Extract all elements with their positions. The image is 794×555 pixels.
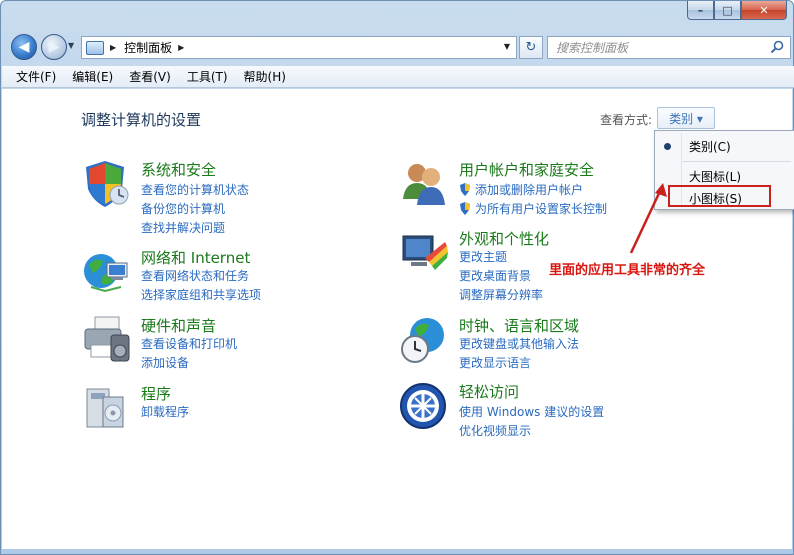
- category-title[interactable]: 用户帐户和家庭安全: [459, 159, 594, 180]
- breadcrumb-control-panel[interactable]: 控制面板: [124, 39, 172, 56]
- link-desktop-background[interactable]: 更改桌面背景: [459, 267, 531, 284]
- users-icon: [403, 164, 445, 205]
- category-title[interactable]: 外观和个性化: [459, 228, 549, 249]
- link-network-status[interactable]: 查看网络状态和任务: [141, 267, 249, 284]
- control-panel-icon: [86, 40, 104, 55]
- link-add-device[interactable]: 添加设备: [141, 354, 189, 371]
- search-input[interactable]: 搜索控制面板: [556, 39, 628, 56]
- annotation-arrow-icon: [629, 183, 667, 254]
- menu-view[interactable]: 查看(V): [121, 68, 179, 85]
- category-hardware-sound: 硬件和声音 查看设备和打印机 添加设备: [81, 315, 381, 370]
- category-clock-language: 时钟、语言和区域 更改键盘或其他输入法 更改显示语言: [399, 315, 699, 370]
- ease-of-access-icon: [400, 383, 446, 429]
- category-title[interactable]: 轻松访问: [459, 381, 519, 402]
- category-title[interactable]: 系统和安全: [141, 159, 216, 180]
- link-parental-controls[interactable]: 为所有用户设置家长控制: [459, 200, 607, 217]
- category-title[interactable]: 硬件和声音: [141, 315, 216, 336]
- link-add-remove-users[interactable]: 添加或删除用户帐户: [459, 181, 583, 198]
- control-panel-window: – □ ✕ ◀ ▶ ▼ ▶ 控制面板 ▶ ▼ ↻ 搜索控制面板 文件(F) 编辑…: [0, 0, 794, 555]
- menu-edit[interactable]: 编辑(E): [64, 68, 121, 85]
- printer-icon: [84, 316, 130, 362]
- uac-shield-icon: [460, 202, 470, 215]
- menu-bar: 文件(F) 编辑(E) 查看(V) 工具(T) 帮助(H): [2, 66, 794, 88]
- refresh-button[interactable]: ↻: [519, 36, 543, 59]
- category-network-internet: 网络和 Internet 查看网络状态和任务 选择家庭组和共享选项: [81, 247, 381, 302]
- link-display-language[interactable]: 更改显示语言: [459, 354, 531, 371]
- view-by-label: 查看方式:: [600, 113, 653, 127]
- maximize-button[interactable]: □: [714, 1, 741, 20]
- window-caption-buttons: – □ ✕: [687, 1, 787, 21]
- link-windows-recommended-settings[interactable]: 使用 Windows 建议的设置: [459, 403, 604, 420]
- link-backup[interactable]: 备份您的计算机: [141, 200, 225, 217]
- category-title[interactable]: 时钟、语言和区域: [459, 315, 579, 336]
- category-ease-of-access: 轻松访问 使用 Windows 建议的设置 优化视频显示: [399, 381, 699, 439]
- search-box[interactable]: 搜索控制面板: [547, 36, 791, 59]
- breadcrumb-chevron-icon[interactable]: ▶: [178, 43, 184, 52]
- forward-arrow-icon: ▶: [48, 39, 60, 55]
- link-change-theme[interactable]: 更改主题: [459, 248, 507, 265]
- search-icon[interactable]: [770, 40, 784, 54]
- uac-shield-icon: [460, 183, 470, 196]
- network-globe-icon: [84, 254, 128, 293]
- clock-globe-icon: [401, 318, 444, 363]
- address-dropdown-icon[interactable]: ▼: [504, 42, 510, 51]
- link-keyboard-input[interactable]: 更改键盘或其他输入法: [459, 335, 579, 352]
- navigation-bar: ◀ ▶ ▼ ▶ 控制面板 ▶ ▼ ↻ 搜索控制面板: [9, 32, 791, 62]
- link-optimize-display[interactable]: 优化视频显示: [459, 422, 531, 439]
- category-title[interactable]: 程序: [141, 383, 171, 404]
- link-troubleshoot[interactable]: 查找并解决问题: [141, 219, 225, 236]
- back-button[interactable]: ◀: [11, 34, 37, 60]
- menu-item-category[interactable]: 类别(C): [689, 138, 731, 155]
- menu-item-large-icons[interactable]: 大图标(L): [689, 168, 741, 185]
- back-arrow-icon: ◀: [18, 39, 30, 55]
- close-button[interactable]: ✕: [741, 1, 787, 20]
- menu-tools[interactable]: 工具(T): [179, 68, 236, 85]
- link-screen-resolution[interactable]: 调整屏幕分辨率: [459, 286, 543, 303]
- category-programs: 程序 卸载程序: [81, 383, 381, 433]
- link-homegroup[interactable]: 选择家庭组和共享选项: [141, 286, 261, 303]
- view-by-dropdown[interactable]: 类别 ▾: [657, 107, 715, 129]
- page-title: 调整计算机的设置: [81, 111, 202, 129]
- appearance-monitor-icon: [402, 235, 448, 270]
- refresh-icon: ↻: [525, 40, 537, 55]
- minimize-button[interactable]: –: [687, 1, 714, 20]
- category-title[interactable]: 网络和 Internet: [141, 247, 250, 268]
- breadcrumb-chevron-icon[interactable]: ▶: [110, 43, 116, 52]
- menu-separator: [683, 161, 791, 162]
- annotation-highlight-box: [668, 185, 771, 207]
- annotation-text: 里面的应用工具非常的齐全: [549, 263, 706, 278]
- link-uninstall[interactable]: 卸载程序: [141, 403, 189, 420]
- category-system-security: 系统和安全 查看您的计算机状态 备份您的计算机 查找并解决问题: [81, 159, 381, 235]
- address-bar[interactable]: ▶ 控制面板 ▶ ▼: [81, 36, 517, 59]
- menu-help[interactable]: 帮助(H): [236, 68, 294, 85]
- security-shield-icon: [86, 161, 129, 207]
- view-by-menu: 类别(C) 大图标(L) 小图标(S): [654, 130, 794, 210]
- link-devices-printers[interactable]: 查看设备和打印机: [141, 335, 237, 352]
- selected-radio-icon: [664, 143, 671, 150]
- forward-button[interactable]: ▶: [41, 34, 67, 60]
- recent-pages-dropdown[interactable]: ▼: [68, 41, 74, 50]
- menu-file[interactable]: 文件(F): [8, 68, 64, 85]
- programs-icon: [86, 388, 124, 428]
- link-check-status[interactable]: 查看您的计算机状态: [141, 181, 249, 198]
